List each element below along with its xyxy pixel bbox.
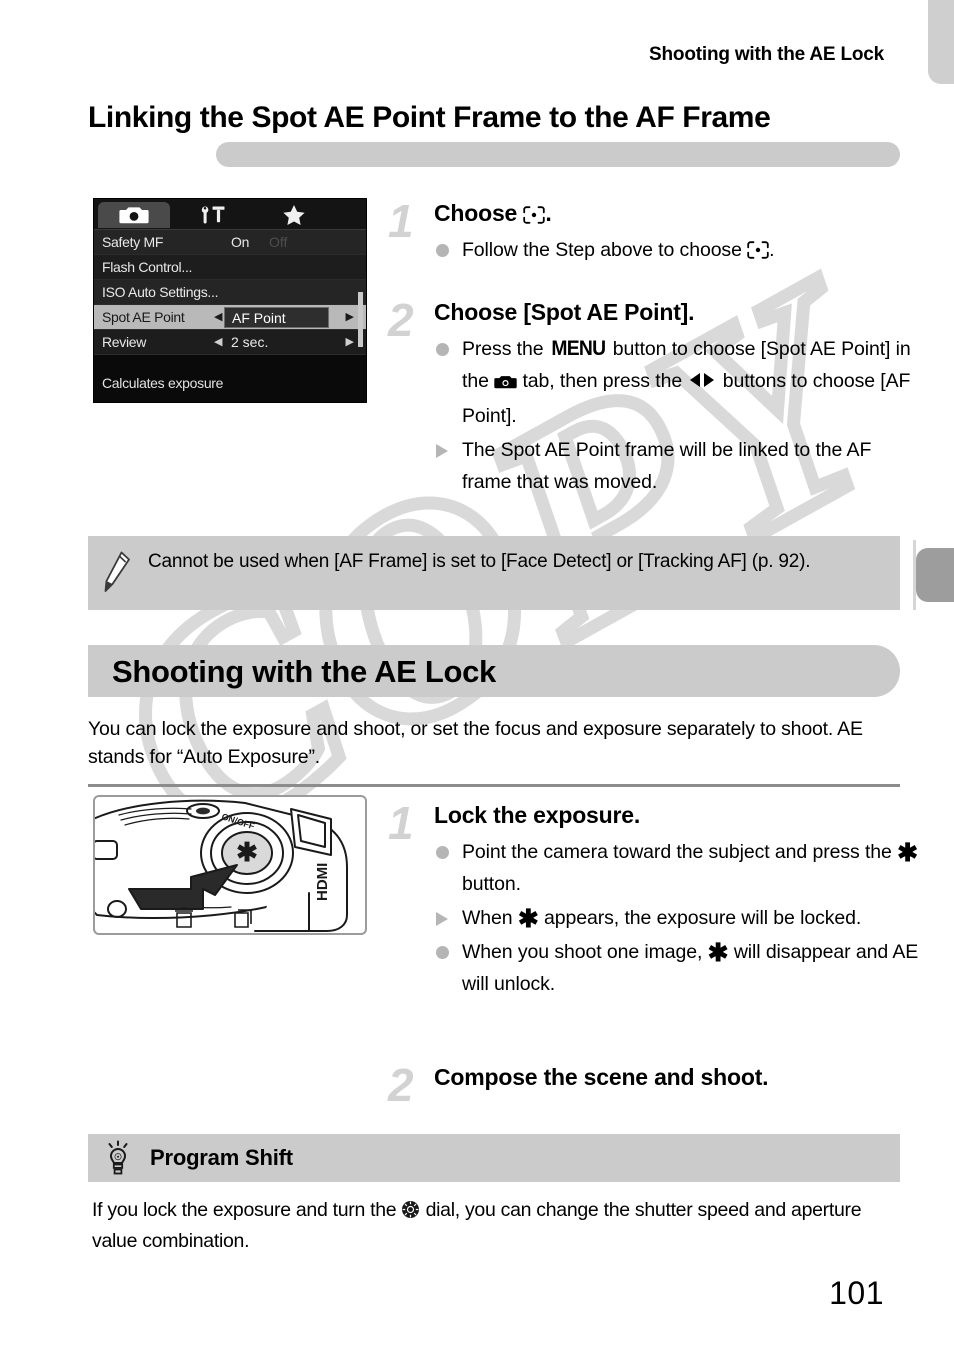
section-title-bar [216, 142, 900, 167]
spot-ae-point-icon [747, 237, 769, 259]
step-number: 1 [388, 797, 414, 849]
lcd-tab-bar [94, 199, 366, 230]
dot-bullet-icon [436, 846, 449, 859]
camera-ae-lock-illustration: ✱ HDMI ON/OFF [93, 795, 367, 935]
lcd-tab-favorites[interactable] [258, 202, 330, 228]
bullet-item: Press the MENU button to choose [Spot AE… [434, 333, 924, 432]
bullet-item: When ✱ appears, the exposure will be loc… [434, 902, 924, 934]
bullet-text-2: . [769, 239, 775, 261]
triangle-bullet-icon [436, 444, 448, 458]
lcd-arrow-left-icon[interactable]: ◀ [214, 336, 222, 348]
svg-text:✱: ✱ [236, 837, 258, 867]
lcd-hint-bar: Calculates exposure [94, 364, 366, 402]
section-title-group: Linking the Spot AE Point Frame to the A… [88, 100, 900, 167]
pencil-icon [102, 550, 132, 599]
ae-section-header: Shooting with the AE Lock [112, 654, 496, 689]
camera-lcd-menu-screenshot: Safety MF On Off Flash Control... ISO Au… [93, 198, 367, 403]
lcd-row-label: Flash Control... [102, 259, 193, 275]
step-number: 1 [388, 195, 414, 247]
camera-icon [494, 368, 517, 400]
lcd-row-value-box: AF Point [224, 307, 329, 328]
horizontal-divider [88, 784, 900, 787]
manual-page: Shooting with the AE Lock Linking the Sp… [0, 0, 954, 1345]
camera-icon [119, 207, 149, 224]
bullet-text-1: When you shoot one image, [462, 941, 708, 963]
dot-bullet-icon [436, 946, 449, 959]
lcd-row-safety-mf[interactable]: Safety MF On Off [94, 230, 366, 255]
step-heading-prefix: Choose [434, 200, 524, 226]
tip-text-1: If you lock the exposure and turn the [92, 1199, 402, 1221]
section-title: Linking the Spot AE Point Frame to the A… [88, 101, 771, 134]
menu-icon: MENU [551, 337, 606, 360]
step-body: Follow the Step above to choose . [434, 234, 904, 268]
bullet-text-2: button. [462, 873, 521, 895]
bullet-text-1: Point the camera toward the subject and … [462, 841, 898, 863]
bullet-text-3: tab, then press the [517, 370, 688, 392]
lcd-menu-rows: Safety MF On Off Flash Control... ISO Au… [94, 230, 366, 355]
step-heading-suffix: . [545, 200, 552, 226]
lcd-row-label: Safety MF [102, 234, 164, 250]
note-text: Cannot be used when [AF Frame] is set to… [148, 551, 811, 572]
ae-section-intro: You can lock the exposure and shoot, or … [88, 718, 863, 768]
bullet-text-2: appears, the exposure will be locked. [538, 907, 862, 929]
star-icon [283, 205, 305, 225]
lcd-hint-text: Calculates exposure [102, 375, 224, 391]
bullet-item: The Spot AE Point frame will be linked t… [434, 434, 924, 498]
bullet-item: Follow the Step above to choose . [434, 234, 904, 266]
lcd-row-spot-ae-point[interactable]: Spot AE Point ◀ AF Point ▶ [94, 305, 366, 330]
lcd-row-value-dim: Off [269, 234, 288, 250]
running-head: Shooting with the AE Lock [649, 44, 884, 65]
left-right-arrows-icon [687, 367, 717, 399]
note-box: Cannot be used when [AF Frame] is set to… [88, 536, 900, 610]
step-number: 2 [388, 1059, 414, 1111]
lcd-row-flash-control[interactable]: Flash Control... [94, 255, 366, 280]
lcd-tab-camera[interactable] [98, 202, 170, 228]
lcd-row-label: Review [102, 334, 147, 350]
step-heading: Choose . [434, 200, 552, 227]
dot-bullet-icon [436, 244, 449, 257]
bullet-text-1: When [462, 907, 518, 929]
spot-ae-point-icon [523, 203, 546, 224]
tip-text: If you lock the exposure and turn the di… [92, 1196, 892, 1255]
svg-text:HDMI: HDMI [314, 863, 331, 901]
page-number: 101 [829, 1275, 884, 1311]
control-dial-icon [401, 1199, 420, 1227]
wrench-hammer-icon [201, 206, 225, 224]
tip-header-bar: ☉ Program Shift [88, 1134, 900, 1182]
bullet-text-1: Press the [462, 338, 549, 360]
lcd-arrow-right-icon[interactable]: ▶ [346, 311, 354, 323]
step-body: Press the MENU button to choose [Spot AE… [434, 333, 924, 500]
lcd-row-label: Spot AE Point [102, 309, 185, 325]
bullet-text-1: The Spot AE Point frame will be linked t… [462, 439, 872, 493]
lcd-row-review[interactable]: Review ◀ 2 sec. ▶ [94, 330, 366, 355]
lcd-scrollbar[interactable] [358, 292, 363, 347]
step-body: Point the camera toward the subject and … [434, 836, 924, 1002]
step-heading: Compose the scene and shoot. [434, 1064, 769, 1090]
step-heading: Choose [Spot AE Point]. [434, 299, 695, 325]
svg-text:☉: ☉ [114, 1152, 122, 1162]
lcd-row-iso-auto-settings[interactable]: ISO Auto Settings... [94, 280, 366, 305]
lcd-row-value: 2 sec. [231, 334, 269, 350]
dot-bullet-icon [436, 343, 449, 356]
triangle-bullet-icon [436, 912, 448, 926]
camera-line-drawing: ✱ HDMI ON/OFF [95, 799, 348, 932]
bullet-item: Point the camera toward the subject and … [434, 836, 924, 900]
tip-title: Program Shift [150, 1145, 293, 1170]
step-number: 2 [388, 294, 414, 346]
lcd-arrow-left-icon[interactable]: ◀ [214, 311, 222, 323]
bullet-text-1: Follow the Step above to choose [462, 239, 748, 261]
step-heading: Lock the exposure. [434, 802, 641, 828]
lightbulb-icon: ☉ [102, 1140, 134, 1183]
bullet-item: When you shoot one image, ✱ will disappe… [434, 936, 924, 1000]
lcd-row-label: ISO Auto Settings... [102, 284, 219, 300]
lcd-row-value: On [231, 234, 250, 250]
lcd-arrow-right-icon[interactable]: ▶ [346, 336, 354, 348]
lcd-tab-tools[interactable] [178, 202, 250, 228]
